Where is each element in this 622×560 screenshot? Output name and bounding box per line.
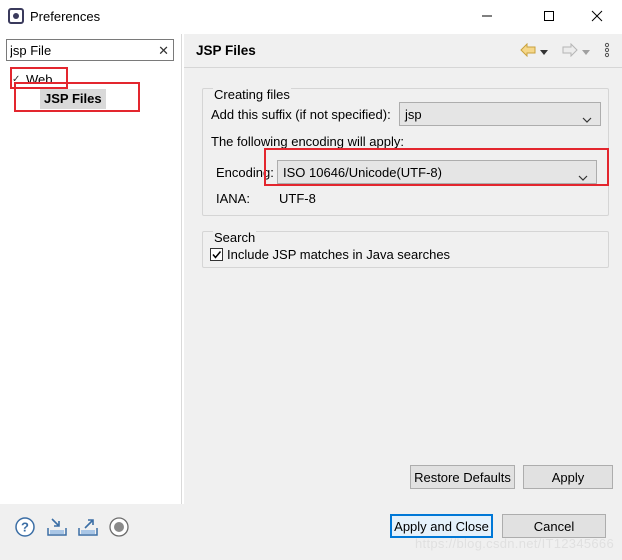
highlight-box-jsp-files [14,82,140,112]
page-header: JSP Files [184,34,622,66]
filter-field[interactable]: ✕ [6,39,174,61]
cancel-button[interactable]: Cancel [502,514,606,538]
title-bar: Preferences [0,0,622,32]
import-icon[interactable] [46,516,68,538]
creating-files-title: Creating files [213,87,291,102]
window-title: Preferences [30,9,101,24]
close-button[interactable] [582,4,612,28]
page-title: JSP Files [196,43,256,58]
highlight-box-encoding [264,148,609,186]
preferences-tree-pane: ✕ ✓ Web JSP Files [0,34,182,504]
filter-input[interactable] [10,42,150,58]
page-navigation [520,42,610,61]
search-title: Search [213,230,257,245]
restore-defaults-button[interactable]: Restore Defaults [410,465,515,489]
record-icon[interactable] [108,516,130,538]
chevron-down-icon [582,111,592,126]
dialog-footer: ? Apply and Close Cancel https://blog.cs… [0,504,622,560]
include-jsp-label[interactable]: Include JSP matches in Java searches [227,247,450,262]
svg-text:?: ? [21,520,29,535]
iana-value: UTF-8 [279,191,316,206]
menu-icon[interactable] [604,42,610,61]
suffix-value: jsp [405,107,422,122]
include-jsp-checkbox[interactable] [210,248,223,261]
preference-page: JSP Files Creating files Add this suffix [184,34,622,504]
apply-and-close-button[interactable]: Apply and Close [390,514,493,538]
header-separator [184,67,622,68]
iana-label: IANA: [216,191,250,206]
suffix-label: Add this suffix (if not specified): [211,107,391,122]
eclipse-preferences-icon [8,8,24,24]
minimize-button[interactable] [472,4,502,28]
forward-arrow-icon[interactable] [562,42,578,60]
clear-icon[interactable]: ✕ [158,43,169,59]
export-icon[interactable] [77,516,99,538]
back-arrow-icon[interactable] [520,42,536,60]
maximize-button[interactable] [534,4,564,28]
dropdown-icon[interactable] [540,44,548,59]
help-icon[interactable]: ? [14,516,36,538]
dropdown-icon[interactable] [582,44,590,59]
encoding-intro: The following encoding will apply: [211,134,404,149]
search-group: Search Include JSP matches in Java searc… [202,230,609,268]
watermark: https://blog.csdn.net/IT12345666 [415,536,614,551]
suffix-combo[interactable]: jsp [399,102,601,126]
apply-button[interactable]: Apply [523,465,613,489]
